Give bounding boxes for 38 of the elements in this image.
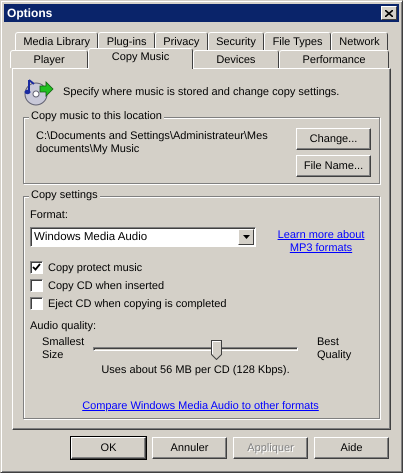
dialog-button[interactable]: File Name... bbox=[296, 155, 371, 177]
checkbox-label: Eject CD when copying is completed bbox=[48, 298, 227, 310]
tab[interactable]: File Types bbox=[264, 32, 331, 50]
cd-music-icon bbox=[23, 77, 55, 107]
tab[interactable]: Performance bbox=[278, 50, 390, 68]
slider-max-label: Best Quality bbox=[316, 336, 352, 362]
checkbox-label: Copy protect music bbox=[48, 262, 142, 274]
checkbox[interactable] bbox=[30, 297, 43, 310]
description-text: Specify where music is stored and change copy settings. bbox=[63, 86, 340, 98]
tab[interactable]: Security bbox=[208, 32, 264, 50]
tab[interactable]: Player bbox=[10, 50, 88, 68]
tab[interactable]: Privacy bbox=[154, 32, 208, 50]
group-legend: Copy settings bbox=[29, 189, 100, 201]
tab[interactable]: Devices bbox=[192, 50, 279, 68]
slider-min-label: Smallest Size bbox=[41, 336, 86, 362]
format-dropdown[interactable]: Windows Media Audio bbox=[30, 227, 256, 247]
compare-link[interactable]: Compare Windows Media Audio to other formats bbox=[82, 400, 319, 412]
format-label: Format: bbox=[30, 209, 69, 221]
dropdown-arrow-icon bbox=[242, 235, 250, 239]
dialog-button[interactable]: Annuler bbox=[152, 437, 227, 459]
slider-thumb[interactable] bbox=[210, 340, 222, 360]
checkbox[interactable] bbox=[30, 279, 43, 292]
quality-label: Audio quality: bbox=[30, 320, 98, 332]
tab[interactable]: Copy Music bbox=[88, 48, 193, 69]
learn-more-link[interactable]: Learn more about MP3 formats bbox=[275, 229, 367, 255]
size-estimate-text: Uses about 56 MB per CD (128 Kbps). bbox=[100, 364, 291, 376]
dialog-button[interactable]: Change... bbox=[296, 128, 371, 150]
close-icon bbox=[385, 10, 393, 16]
folder-path: C:\Documents and Settings\Administrateur\Mes documents\My Music bbox=[36, 130, 269, 157]
checkbox-label: Copy CD when inserted bbox=[48, 280, 164, 292]
close-button[interactable] bbox=[381, 6, 397, 20]
dialog-button[interactable]: OK bbox=[71, 437, 146, 459]
group-legend: Copy music to this location bbox=[29, 110, 164, 122]
checkbox[interactable] bbox=[30, 261, 43, 274]
dialog-button[interactable]: Aide bbox=[314, 437, 389, 459]
tab[interactable]: Media Library bbox=[15, 32, 98, 50]
window-title: Options bbox=[7, 6, 52, 20]
tab[interactable]: Network bbox=[330, 32, 388, 50]
